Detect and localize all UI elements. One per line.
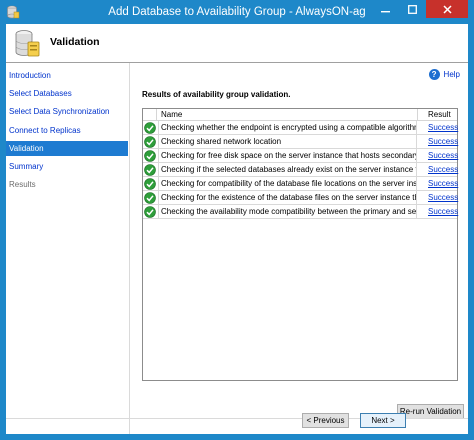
grid-header-name[interactable]: Name [161,110,182,119]
previous-button[interactable]: < Previous [302,413,349,428]
database-wizard-icon [15,30,40,57]
table-row[interactable]: Checking whether the endpoint is encrypt… [143,121,458,135]
window-controls [372,0,468,18]
help-icon: ? [428,68,440,80]
success-check-icon [144,164,156,176]
next-button[interactable]: Next > [360,413,406,428]
wizard-client-area: Validation Introduction Select Databases… [6,24,468,434]
maximize-button[interactable] [399,0,426,18]
table-row[interactable]: Checking if the selected databases alrea… [143,163,458,177]
main-panel: ? Help Results of availability group val… [131,63,468,434]
nav-item-summary[interactable]: Summary [6,159,128,174]
table-row[interactable]: Checking for the existence of the databa… [143,191,458,205]
check-name: Checking if the selected databases alrea… [158,163,417,176]
page-title: Validation [50,36,100,48]
check-name: Checking for free disk space on the serv… [158,149,417,162]
validation-results-grid[interactable]: Name Result Checking whether the endpoin… [142,108,458,381]
check-result-link[interactable]: Success [428,191,458,204]
table-row[interactable]: Checking for free disk space on the serv… [143,149,458,163]
grid-header-icon-column [143,109,157,120]
success-check-icon [144,150,156,162]
minimize-button[interactable] [372,0,399,18]
check-name: Checking for compatibility of the databa… [158,177,417,190]
table-row[interactable]: Checking for compatibility of the databa… [143,177,458,191]
help-link[interactable]: ? Help [428,68,460,80]
table-row[interactable]: Checking the availability mode compatibi… [143,205,458,219]
check-result-link[interactable]: Success [428,177,458,190]
nav-item-introduction[interactable]: Introduction [6,68,128,83]
check-name: Checking for the existence of the databa… [158,191,417,204]
success-check-icon [144,122,156,134]
help-label: Help [443,69,460,79]
check-result-link[interactable]: Success [428,163,458,176]
success-check-icon [144,178,156,190]
nav-item-connect-to-replicas[interactable]: Connect to Replicas [6,123,128,138]
nav-item-select-databases[interactable]: Select Databases [6,86,128,101]
section-title: Results of availability group validation… [142,90,291,99]
rerun-validation-button[interactable]: Re-run Validation [397,404,464,419]
minimize-icon [381,10,390,12]
nav-item-validation[interactable]: Validation [6,141,128,156]
table-row[interactable]: Checking shared network location Success [143,135,458,149]
grid-header-result[interactable]: Result [417,109,457,120]
check-name: Checking whether the endpoint is encrypt… [158,121,417,134]
check-result-link[interactable]: Success [428,135,458,148]
success-check-icon [144,136,156,148]
check-result-link[interactable]: Success [428,121,458,134]
maximize-icon [408,4,417,14]
close-icon [442,4,452,14]
wizard-steps-nav: Introduction Select Databases Select Dat… [6,63,130,434]
page-header: Validation [6,24,468,62]
check-result-link[interactable]: Success [428,149,458,162]
title-bar[interactable]: Add Database to Availability Group - Alw… [0,0,474,24]
close-button[interactable] [426,0,468,18]
check-result-link[interactable]: Success [428,205,458,218]
grid-header: Name Result [143,109,457,121]
check-name: Checking the availability mode compatibi… [158,205,417,218]
nav-item-results: Results [9,180,36,189]
check-name: Checking shared network location [158,135,417,148]
wizard-window: Add Database to Availability Group - Alw… [0,0,474,440]
success-check-icon [144,192,156,204]
nav-item-select-data-synchronization[interactable]: Select Data Synchronization [6,104,128,119]
success-check-icon [144,206,156,218]
